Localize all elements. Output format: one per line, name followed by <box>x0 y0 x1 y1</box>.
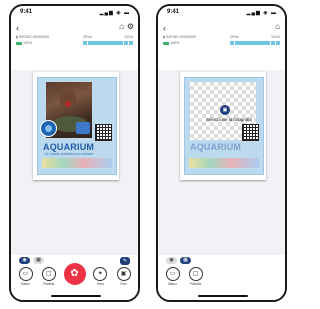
photo-icon: ▣ <box>116 267 131 281</box>
tool-template-label: Plantilla <box>189 282 202 286</box>
tool-text-label: Texto <box>96 282 105 286</box>
frame-tagline: Un mundo submarino por explorar <box>45 152 94 156</box>
qr-code <box>242 124 259 141</box>
tool-photo-label: Foto <box>120 282 127 286</box>
header: ‹ ⌂ ⚙ ▮ INSTAX-00000000 100% ▯Film 10/10 <box>11 20 138 71</box>
status-icons: ▂▄▆ ◉ ▬ <box>99 10 130 16</box>
film-label: ▯Film <box>230 35 239 39</box>
mode-switch: ◉ ▦ <box>19 257 44 264</box>
film-label-text: Film <box>84 35 92 39</box>
frame-decorative-strip <box>189 158 259 168</box>
frame-decorative-strip <box>42 158 112 168</box>
film-count: 10/10 <box>124 35 133 39</box>
aquarium-frame: ▣ Seleccione la fotografía AQUARIUM <box>184 77 264 175</box>
film-label: ▯Film <box>83 35 92 39</box>
template-icon: ▢ <box>41 267 56 281</box>
battery-icon <box>16 41 22 45</box>
photo-mouth <box>65 101 71 107</box>
frame-brand-title: AQUARIUM <box>43 142 95 152</box>
battery-icon <box>163 41 169 45</box>
header: ‹ ⌂ ▮ INSTAX-00000000 100% ▯Film 10/10 <box>158 20 285 71</box>
status-time: 9:41 <box>167 9 180 15</box>
film-remaining-bar <box>83 41 134 45</box>
film-remaining-bar <box>230 41 281 45</box>
gear-icon[interactable]: ⚙ <box>127 22 134 31</box>
qr-code <box>95 124 112 141</box>
film-count: 10/10 <box>271 35 280 39</box>
back-button[interactable]: ‹ <box>16 23 19 33</box>
tool-text[interactable]: ✦ Texto <box>92 267 109 286</box>
canvas-area: AQUARIUM Un mundo submarino por explorar <box>11 70 138 255</box>
edit-mode-icon[interactable]: ✎ <box>120 257 130 265</box>
tool-frame-label: Marco <box>168 282 177 286</box>
frame-brand-title: AQUARIUM <box>190 142 242 152</box>
tool-template[interactable]: ▢ Plantilla <box>187 267 204 286</box>
aquarium-frame: AQUARIUM Un mundo submarino por explorar <box>37 77 117 175</box>
device-id: ▮ INSTAX-00000000 <box>16 35 49 39</box>
add-photo-icon[interactable]: ▣ <box>220 105 230 115</box>
globe-logo-icon <box>40 120 57 137</box>
battery-status: 100% <box>16 41 32 45</box>
select-photo-prompt[interactable]: Seleccione la fotografía <box>196 117 262 122</box>
gallery-mode-icon[interactable]: ▦ <box>33 257 44 264</box>
home-icon[interactable]: ⌂ <box>275 22 280 31</box>
tool-template[interactable]: ▢ Plantilla <box>40 267 57 286</box>
status-bar: 9:41 ▂▄▆ ◉ ▬ <box>158 6 285 20</box>
mode-switch: ◉ ▦ <box>166 257 191 264</box>
bottom-toolbar: ◉ ▦ ✎ ▭ Marco ▢ Plantilla ✿ ✦ Texto ▣ Fo… <box>11 255 138 300</box>
device-id-text: INSTAX-00000000 <box>165 35 196 39</box>
phone-screen-editor-with-photo: 9:41 ▂▄▆ ◉ ▬ ‹ ⌂ ⚙ ▮ INSTAX-00000000 100… <box>9 4 140 302</box>
tool-photo[interactable]: ▣ Foto <box>115 267 132 286</box>
film-label-text: Film <box>231 35 239 39</box>
status-time: 9:41 <box>20 9 33 15</box>
bottom-toolbar: ◉ ▦ ▭ Marco ▢ Plantilla <box>158 255 285 300</box>
home-indicator <box>51 295 101 297</box>
camera-mode-icon[interactable]: ◉ <box>166 257 177 264</box>
device-id-text: INSTAX-00000000 <box>18 35 49 39</box>
home-indicator <box>198 295 248 297</box>
camera-mode-icon[interactable]: ◉ <box>19 257 30 264</box>
gallery-mode-icon[interactable]: ▦ <box>180 257 191 264</box>
battery-label: 100% <box>23 41 33 45</box>
instax-print-preview[interactable]: ▣ Seleccione la fotografía AQUARIUM <box>180 72 266 180</box>
print-button[interactable]: ✿ <box>63 263 86 285</box>
tool-template-label: Plantilla <box>43 282 55 286</box>
text-icon: ✦ <box>93 267 108 281</box>
frame-icon: ▭ <box>165 267 180 281</box>
instax-print-preview[interactable]: AQUARIUM Un mundo submarino por explorar <box>33 72 119 180</box>
tool-frame[interactable]: ▭ Marco <box>17 267 34 286</box>
tool-row: ▭ Marco ▢ Plantilla <box>164 267 279 286</box>
phone-screen-editor-empty: 9:41 ▂▄▆ ◉ ▬ ‹ ⌂ ▮ INSTAX-00000000 100% … <box>156 4 287 302</box>
tool-row: ▭ Marco ▢ Plantilla ✿ ✦ Texto ▣ Foto <box>17 263 132 286</box>
back-button[interactable]: ‹ <box>163 23 166 33</box>
home-icon[interactable]: ⌂ <box>119 22 124 31</box>
template-icon: ▢ <box>188 267 203 281</box>
tool-frame[interactable]: ▭ Marco <box>164 267 181 286</box>
status-bar: 9:41 ▂▄▆ ◉ ▬ <box>11 6 138 20</box>
tool-frame-label: Marco <box>21 282 30 286</box>
photo-blue-detail <box>76 122 90 134</box>
battery-label: 100% <box>170 41 180 45</box>
canvas-area: ▣ Seleccione la fotografía AQUARIUM <box>158 70 285 255</box>
device-id: ▮ INSTAX-00000000 <box>163 35 196 39</box>
status-icons: ▂▄▆ ◉ ▬ <box>246 10 277 16</box>
frame-icon: ▭ <box>18 267 33 281</box>
battery-status: 100% <box>163 41 179 45</box>
